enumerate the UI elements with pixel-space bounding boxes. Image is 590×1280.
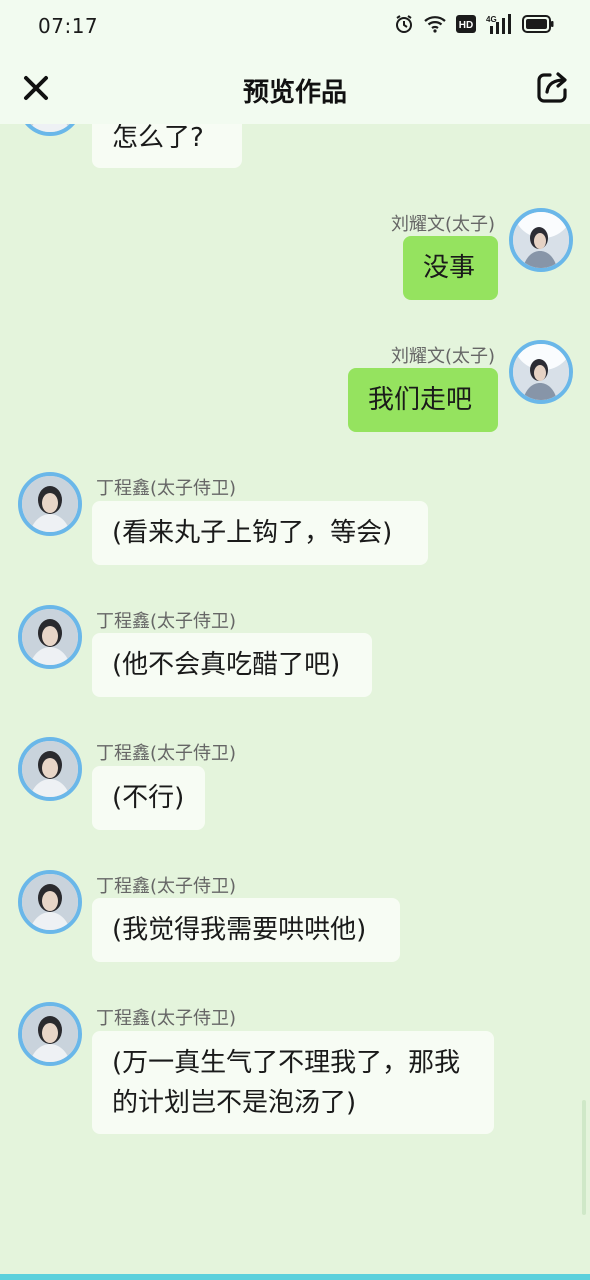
sender-name: 丁程鑫(太子侍卫) bbox=[96, 743, 237, 764]
message-bubble[interactable]: (看来丸子上钩了，等会) bbox=[92, 501, 428, 565]
battery-icon bbox=[522, 15, 554, 37]
status-time: 07:17 bbox=[38, 14, 99, 38]
hd-icon: HD bbox=[456, 15, 476, 37]
sender-name: 丁程鑫(太子侍卫) bbox=[96, 478, 237, 499]
message-bubble[interactable]: (我觉得我需要哄哄他) bbox=[92, 898, 400, 962]
status-icons: HD 4G bbox=[394, 14, 554, 38]
avatar-liu-yaowen[interactable] bbox=[509, 208, 573, 272]
wifi-icon bbox=[424, 15, 446, 37]
avatar-ding-chengxin[interactable] bbox=[18, 605, 82, 669]
message-bubble[interactable]: 怎么了? bbox=[92, 124, 242, 168]
status-bar: 07:17 HD 4G bbox=[0, 0, 590, 52]
share-button[interactable] bbox=[536, 70, 570, 104]
page-title: 预览作品 bbox=[242, 78, 347, 108]
avatar-ding-chengxin[interactable] bbox=[18, 124, 82, 136]
message-bubble[interactable]: (万一真生气了不理我了，那我的计划岂不是泡汤了) bbox=[92, 1031, 494, 1134]
avatar-liu-yaowen[interactable] bbox=[509, 340, 573, 404]
scrollbar-thumb[interactable] bbox=[582, 1100, 586, 1215]
message-bubble[interactable]: (不行) bbox=[92, 766, 205, 830]
sender-name: 刘耀文(太子) bbox=[390, 214, 495, 235]
chat-message-list[interactable]: 怎么了? 刘耀文(太子) 没事 刘耀文(太子) 我们走吧 丁程鑫(太子侍卫) (… bbox=[0, 124, 590, 1276]
sender-name: 丁程鑫(太子侍卫) bbox=[96, 1008, 237, 1029]
bottom-accent-bar bbox=[0, 1274, 590, 1280]
avatar-ding-chengxin[interactable] bbox=[18, 737, 82, 801]
avatar-ding-chengxin[interactable] bbox=[18, 472, 82, 536]
sender-name: 丁程鑫(太子侍卫) bbox=[96, 876, 237, 897]
hd-text: HD bbox=[459, 20, 473, 31]
message-bubble[interactable]: 我们走吧 bbox=[348, 368, 498, 432]
network-type: 4G bbox=[486, 15, 497, 24]
avatar-ding-chengxin[interactable] bbox=[18, 870, 82, 934]
sender-name: 丁程鑫(太子侍卫) bbox=[96, 611, 237, 632]
avatar-ding-chengxin[interactable] bbox=[18, 1002, 82, 1066]
message-bubble[interactable]: 没事 bbox=[403, 236, 498, 300]
alarm-icon bbox=[394, 14, 414, 38]
share-icon bbox=[537, 72, 567, 103]
sender-name: 刘耀文(太子) bbox=[390, 346, 495, 367]
message-bubble[interactable]: (他不会真吃醋了吧) bbox=[92, 633, 372, 697]
top-navbar: 预览作品 bbox=[0, 52, 590, 124]
cellular-signal-icon: 4G bbox=[486, 14, 512, 38]
